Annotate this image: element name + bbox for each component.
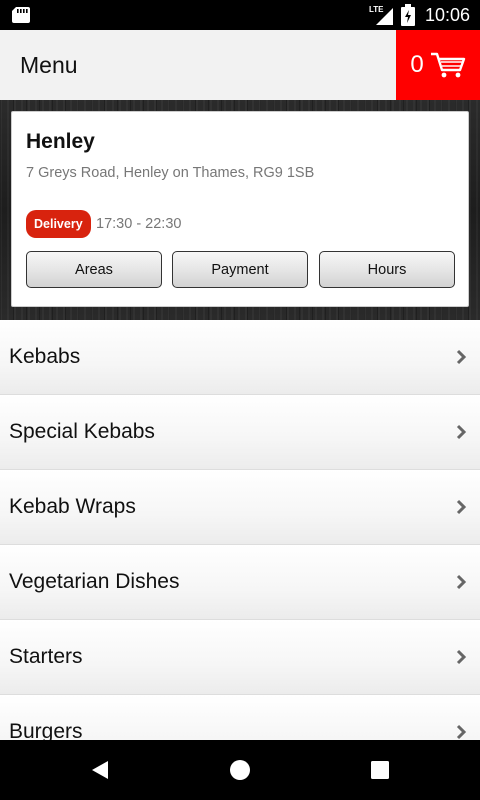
battery-icon (400, 4, 415, 26)
delivery-hours: 17:30 - 22:30 (96, 216, 182, 232)
cart-count: 0 (410, 51, 424, 78)
chevron-right-icon (456, 349, 467, 365)
areas-button[interactable]: Areas (26, 251, 162, 288)
menu-item-label: Starters (9, 645, 83, 668)
menu-item-label: Kebab Wraps (9, 495, 136, 518)
sd-card-icon (12, 7, 30, 23)
store-header: Henley 7 Greys Road, Henley on Thames, R… (0, 100, 480, 320)
status-icons: LTE 10:06 (369, 0, 470, 30)
menu-item-vegetarian-dishes[interactable]: Vegetarian Dishes (0, 545, 480, 620)
cart-button[interactable]: 0 (396, 30, 480, 100)
menu-item-label: Special Kebabs (9, 420, 155, 443)
menu-item-starters[interactable]: Starters (0, 620, 480, 695)
network-type-label: LTE (369, 5, 384, 14)
menu-item-special-kebabs[interactable]: Special Kebabs (0, 395, 480, 470)
home-icon[interactable] (228, 758, 252, 782)
chevron-right-icon (456, 424, 467, 440)
menu-item-label: Burgers (9, 720, 83, 740)
chevron-right-icon (456, 574, 467, 590)
back-icon[interactable] (88, 758, 112, 782)
store-name: Henley (26, 130, 95, 153)
menu-item-kebabs[interactable]: Kebabs (0, 320, 480, 395)
hours-button[interactable]: Hours (319, 251, 455, 288)
recents-icon[interactable] (368, 758, 392, 782)
delivery-badge: Delivery (26, 210, 91, 238)
chevron-right-icon (456, 649, 467, 665)
payment-button[interactable]: Payment (172, 251, 308, 288)
menu-item-kebab-wraps[interactable]: Kebab Wraps (0, 470, 480, 545)
status-bar: LTE 10:06 (0, 0, 480, 30)
signal-icon: LTE (369, 5, 393, 25)
menu-item-label: Vegetarian Dishes (9, 570, 180, 593)
menu-item-burgers[interactable]: Burgers (0, 695, 480, 740)
chevron-right-icon (456, 724, 467, 740)
store-address: 7 Greys Road, Henley on Thames, RG9 1SB (26, 165, 315, 181)
cart-icon (430, 52, 465, 78)
app-bar: Menu 0 (0, 30, 480, 100)
store-card: Henley 7 Greys Road, Henley on Thames, R… (11, 111, 469, 307)
page-title: Menu (20, 52, 78, 78)
navigation-bar (0, 740, 480, 800)
menu-item-label: Kebabs (9, 345, 81, 368)
status-time: 10:06 (424, 4, 470, 25)
menu-category-list: Kebabs Special Kebabs Kebab Wraps Vegeta… (0, 320, 480, 740)
chevron-right-icon (456, 499, 467, 515)
